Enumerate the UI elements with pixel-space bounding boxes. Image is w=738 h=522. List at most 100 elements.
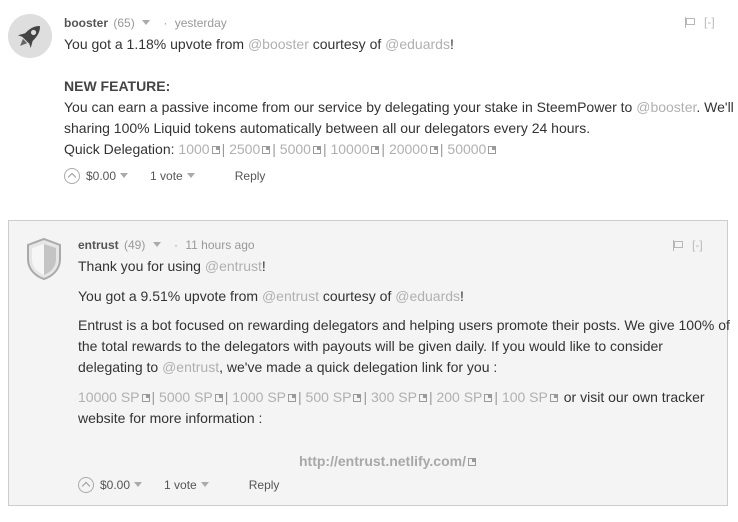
delegation-link-50000[interactable]: 50000 [447, 141, 486, 157]
timestamp[interactable]: 11 hours ago [185, 238, 254, 252]
description-line-2: the total rewards to the delegators with… [78, 338, 663, 354]
text: . We'll be [696, 99, 738, 115]
upvote-line: You got a 9.51% upvote from @entrust cou… [78, 286, 730, 307]
comment-footer: $0.00 1 vote Reply [64, 167, 265, 185]
avatar[interactable] [8, 14, 52, 58]
user-link-eduards[interactable]: @eduards [385, 36, 450, 52]
external-link-icon [429, 146, 438, 154]
payout-value[interactable]: $0.00 [86, 169, 116, 183]
delegation-link-10000[interactable]: 10000 [330, 141, 369, 157]
user-link-booster[interactable]: @booster [248, 36, 309, 52]
comment-entrust: entrust (49) · 11 hours ago [-] Thank yo… [8, 220, 730, 506]
tracker-link[interactable]: http://entrust.netlify.com/ [299, 453, 466, 469]
description-line-3: delegating to @entrust, we've made a qui… [78, 357, 730, 378]
author-name[interactable]: entrust [78, 238, 119, 252]
text: courtesy of [318, 288, 396, 304]
comment-body: You got a 1.18% upvote from @booster cou… [64, 34, 738, 160]
flag-icon[interactable] [673, 240, 683, 251]
chevron-down-icon[interactable] [120, 173, 129, 178]
external-link-icon [353, 394, 362, 402]
quick-delegation-line: Quick Delegation: 1000 | 2500 | 5000 | 1000… [64, 139, 738, 160]
feature-heading: NEW FEATURE: [64, 78, 171, 94]
user-link-entrust[interactable]: @entrust [205, 258, 262, 274]
chevron-down-icon[interactable] [142, 20, 151, 25]
external-link-icon [549, 394, 558, 402]
text: You got a 9.51% upvote from [78, 288, 262, 304]
text: or visit our own tracker [559, 389, 705, 405]
user-link-booster[interactable]: @booster [636, 99, 696, 115]
reputation: (65) [113, 16, 135, 30]
chevron-down-icon[interactable] [200, 482, 209, 487]
website-line: website for more information : [78, 410, 263, 426]
description-line-1: Entrust is a bot focused on rewarding de… [78, 317, 730, 333]
delegation-link-20000[interactable]: 20000 [389, 141, 428, 157]
feature-line-2: sharing 100% Liquid tokens automatically… [64, 120, 591, 136]
comment-meta: entrust (49) · 11 hours ago [78, 237, 255, 253]
external-link-icon [418, 394, 427, 402]
user-link-eduards[interactable]: @eduards [395, 288, 460, 304]
collapse-toggle[interactable]: [-] [704, 15, 715, 29]
upvote-line: You got a 1.18% upvote from @booster cou… [64, 34, 738, 55]
delegation-link-10000sp[interactable]: 10000 SP [78, 389, 140, 405]
chevron-down-icon[interactable] [152, 242, 161, 247]
separator-dot: · [163, 16, 168, 30]
vote-count[interactable]: 1 vote [150, 169, 183, 183]
external-link-icon [262, 146, 271, 154]
chevron-down-icon[interactable] [134, 482, 143, 487]
timestamp[interactable]: yesterday [175, 16, 227, 30]
sp-links-line: 10000 SP | 5000 SP | 1000 SP | 500 SP | 300 … [78, 389, 705, 405]
delegation-link-300sp[interactable]: 300 SP [371, 389, 417, 405]
external-link-icon [288, 394, 296, 402]
reputation: (49) [124, 238, 146, 252]
avatar[interactable] [25, 237, 63, 281]
flag-icon[interactable] [685, 17, 695, 28]
comment-booster: booster (65) · yesterday [-] You got a 1… [0, 0, 738, 200]
feature-line-1: You can earn a passive income from our s… [64, 97, 738, 118]
external-link-icon [371, 146, 380, 154]
payout-value[interactable]: $0.00 [100, 478, 130, 492]
external-link-icon [211, 146, 220, 154]
comment-meta: booster (65) · yesterday [64, 15, 227, 31]
delegation-link-2500[interactable]: 2500 [229, 141, 260, 157]
external-link-icon [467, 458, 476, 466]
text: Thank you for using [78, 258, 205, 274]
reply-button[interactable]: Reply [235, 169, 266, 183]
quick-delegation-label: Quick Delegation: [64, 141, 179, 157]
text: ! [261, 258, 266, 274]
upvote-icon[interactable] [78, 477, 94, 493]
delegation-link-5000sp[interactable]: 5000 SP [159, 389, 213, 405]
separator-dot: · [174, 238, 179, 252]
user-link-entrust[interactable]: @entrust [262, 288, 319, 304]
author-name[interactable]: booster [64, 16, 108, 30]
delegation-link-100sp[interactable]: 100 SP [502, 389, 548, 405]
text: ! [449, 36, 454, 52]
comment-footer: $0.00 1 vote Reply [78, 476, 279, 494]
text: You can earn a passive income from our s… [64, 99, 637, 115]
text: You got a 1.18% upvote from [64, 36, 248, 52]
shield-icon [27, 237, 61, 281]
user-link-entrust[interactable]: @entrust [162, 359, 219, 375]
collapse-toggle[interactable]: [-] [692, 238, 703, 252]
thanks-line: Thank you for using @entrust! [78, 256, 730, 277]
comment-body: Thank you for using @entrust! You got a … [78, 256, 730, 429]
upvote-icon[interactable] [64, 168, 80, 184]
delegation-link-200sp[interactable]: 200 SP [436, 389, 482, 405]
text: , we've made a quick delegation link for… [219, 359, 498, 375]
text: courtesy of [308, 36, 386, 52]
external-link-icon [214, 394, 223, 402]
rocket-icon [8, 14, 52, 58]
external-link-icon [484, 394, 493, 402]
tracker-url: http://entrust.netlify.com/ [299, 453, 478, 469]
chevron-down-icon[interactable] [186, 173, 195, 178]
external-link-icon [312, 146, 321, 154]
delegation-link-5000[interactable]: 5000 [280, 141, 311, 157]
reply-button[interactable]: Reply [249, 478, 280, 492]
text: delegating to [78, 359, 163, 375]
delegation-link-1000sp[interactable]: 1000 SP [232, 389, 286, 405]
delegation-link-500sp[interactable]: 500 SP [306, 389, 352, 405]
external-link-icon [141, 394, 150, 402]
delegation-link-1000[interactable]: 1000 [178, 141, 209, 157]
text: ! [460, 288, 464, 304]
vote-count[interactable]: 1 vote [164, 478, 197, 492]
external-link-icon [488, 146, 497, 154]
